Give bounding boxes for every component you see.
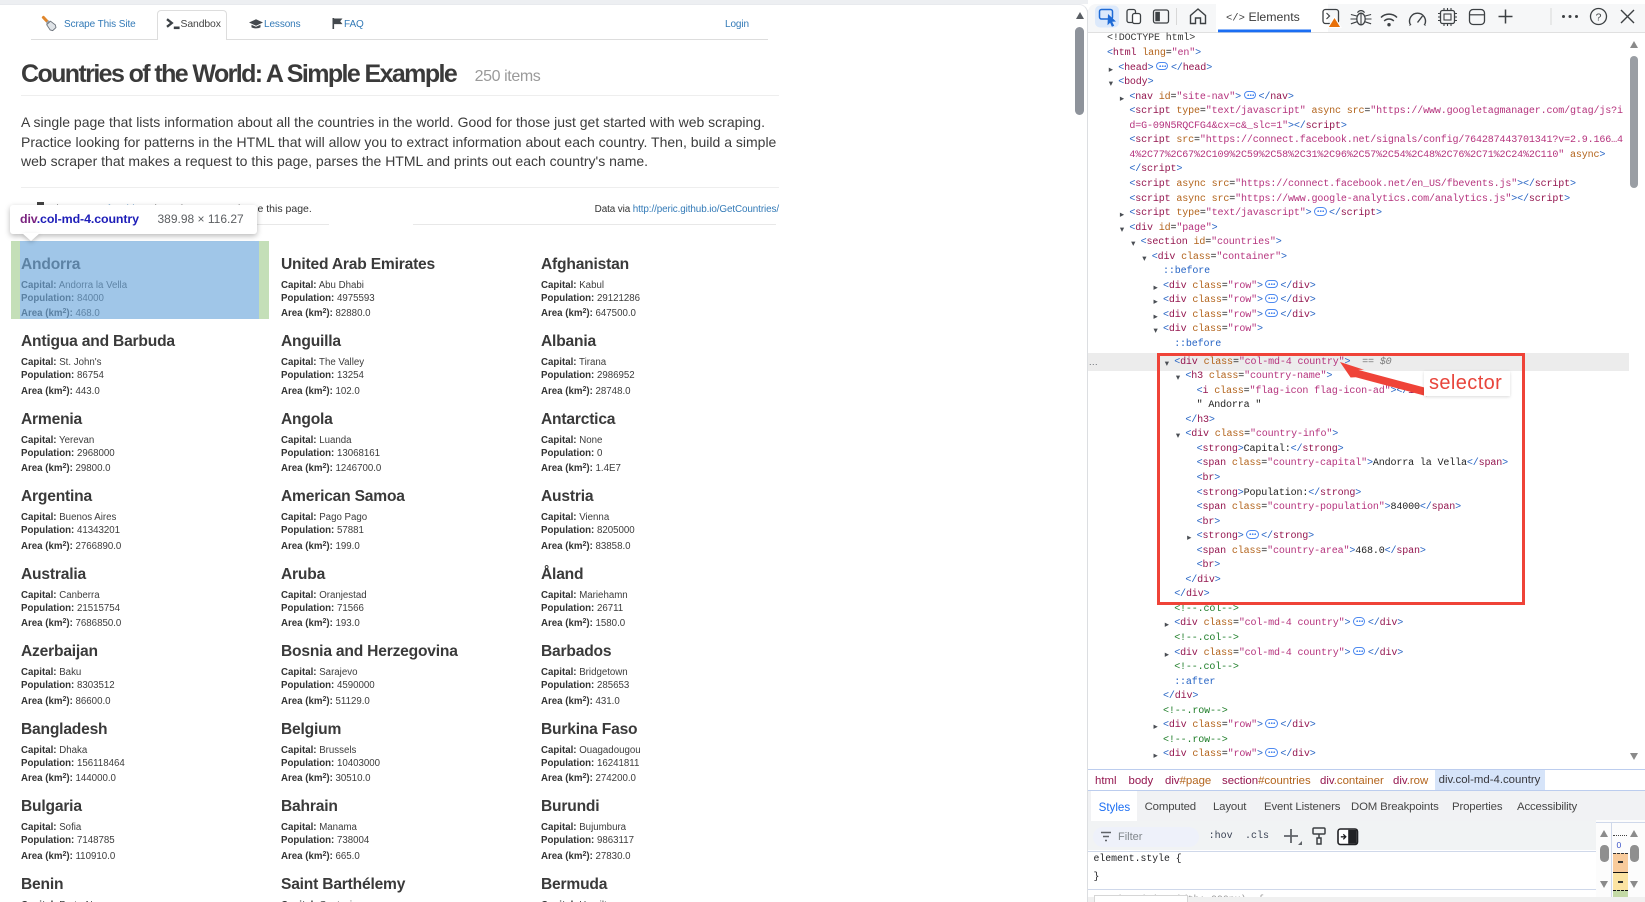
svg-text:Elements: Elements	[1249, 10, 1300, 24]
svg-text:?: ?	[1596, 12, 1602, 24]
svg-text:</>: </>	[1226, 13, 1245, 25]
